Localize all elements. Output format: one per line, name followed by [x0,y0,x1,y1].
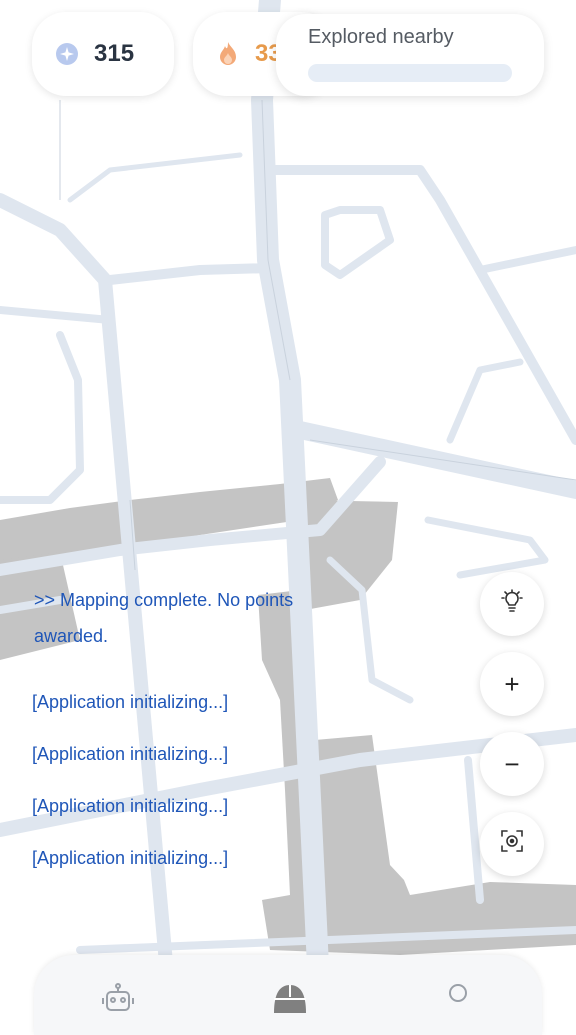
explored-nearby-card[interactable]: Explored nearby [276,14,544,96]
explored-nearby-title: Explored nearby [308,26,454,48]
zoom-out-button[interactable]: − [480,732,544,796]
nav-robot[interactable] [96,983,140,1013]
log-line: [Application initializing...] [32,848,229,868]
sparkle-badge-icon [54,41,80,67]
explore-progress-bar [308,64,512,82]
mapping-status-message: >> Mapping complete. No points awarded. [34,590,294,646]
zoom-in-button[interactable]: + [480,652,544,716]
zoom-in-label: + [504,668,520,699]
log-line: [Application initializing...] [32,744,229,764]
flame-icon [215,41,241,67]
points-pill[interactable]: 315 [32,12,174,96]
log-line: [Application initializing...] [32,692,229,712]
robot-icon [102,983,134,1018]
zoom-out-label: − [504,748,520,779]
log-line: [Application initializing...] [32,796,229,816]
nav-mouse[interactable] [268,983,312,1013]
mouse-icon [270,983,310,1018]
locate-target-icon [499,828,525,861]
points-value: 315 [94,40,135,67]
bottom-nav-bar [34,955,542,1035]
lightbulb-icon [499,588,525,621]
locate-button[interactable] [480,812,544,876]
hint-button[interactable] [480,572,544,636]
nav-profile[interactable] [436,983,480,1013]
